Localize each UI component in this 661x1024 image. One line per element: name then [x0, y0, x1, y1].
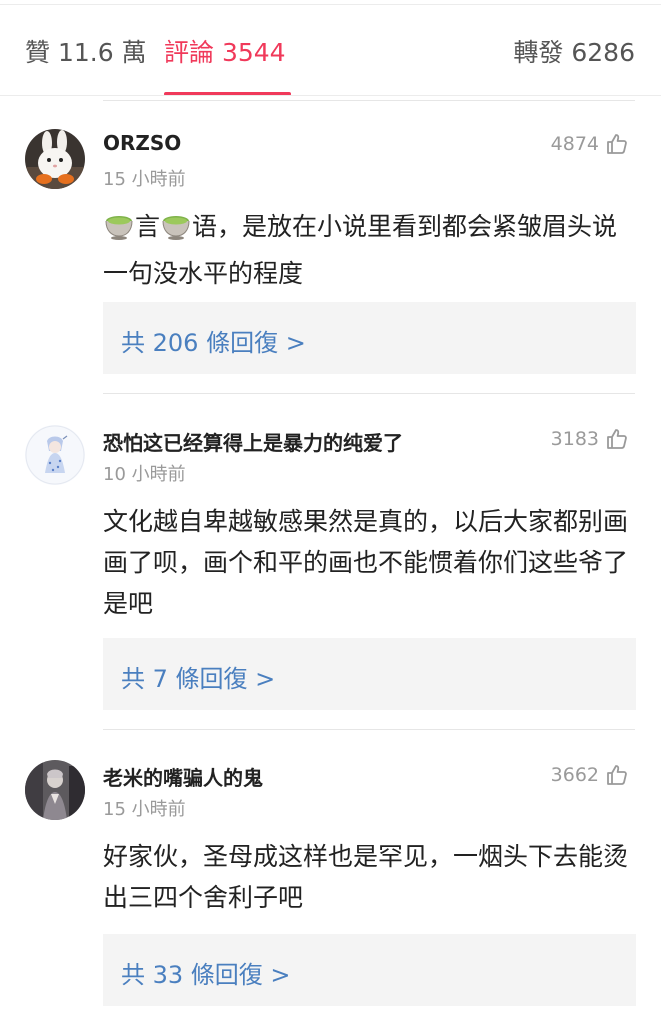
- avatar[interactable]: [25, 129, 85, 189]
- comment-text: 言: [135, 212, 161, 241]
- timestamp: 15 小時前: [103, 169, 186, 190]
- anime-girl-avatar-icon: [25, 425, 85, 485]
- divider: [103, 729, 635, 730]
- replies-label: 共 206 條回復 >: [121, 329, 306, 357]
- thumbs-up-icon: [607, 765, 627, 785]
- tab-likes[interactable]: 贊 11.6 萬: [25, 33, 147, 69]
- tab-bar: 贊 11.6 萬 評論 3544 轉發 6286: [0, 5, 661, 96]
- view-replies-button[interactable]: 共 33 條回復 >: [103, 934, 636, 1006]
- username[interactable]: 恐怕这已经算得上是暴力的纯爱了: [103, 427, 403, 456]
- view-replies-button[interactable]: 共 7 條回復 >: [103, 638, 636, 710]
- username[interactable]: ORZSO: [103, 131, 181, 155]
- timestamp: 15 小時前: [103, 799, 186, 820]
- teacup-emoji-icon: [160, 211, 192, 253]
- tab-comments[interactable]: 評論 3544: [164, 33, 286, 69]
- avatar[interactable]: [25, 425, 85, 485]
- view-replies-button[interactable]: 共 206 條回復 >: [103, 302, 636, 374]
- thumbs-up-icon: [607, 134, 627, 154]
- divider: [103, 100, 635, 101]
- replies-label: 共 7 條回復 >: [121, 665, 276, 693]
- tab-divider: [0, 95, 661, 96]
- timestamp: 10 小時前: [103, 464, 186, 485]
- like-button[interactable]: 4874: [551, 132, 629, 156]
- divider: [103, 393, 635, 394]
- thumbs-up-icon: [607, 429, 627, 449]
- like-count: 4874: [550, 133, 599, 155]
- like-button[interactable]: 3662: [551, 763, 629, 787]
- like-count: 3662: [550, 764, 599, 786]
- tab-reposts[interactable]: 轉發 6286: [513, 33, 635, 69]
- teacup-emoji-icon: [103, 211, 135, 253]
- username[interactable]: 老米的嘴骗人的鬼: [103, 762, 263, 791]
- rabbit-avatar-icon: [25, 129, 85, 189]
- avatar[interactable]: [25, 760, 85, 820]
- figure-avatar-icon: [25, 760, 85, 820]
- like-count: 3183: [550, 428, 599, 450]
- replies-label: 共 33 條回復 >: [121, 961, 291, 989]
- comment-body: 文化越自卑越敏感果然是真的，以后大家都别画画了呗，画个和平的画也不能惯着你们这些…: [103, 507, 629, 618]
- comment-body: 好家伙，圣母成这样也是罕见，一烟头下去能烫出三四个舍利子吧: [103, 842, 629, 912]
- like-button[interactable]: 3183: [551, 427, 629, 451]
- comment-body: 言语，是放在小说里看到都会紧皱眉头说一句没水平的程度: [103, 206, 633, 294]
